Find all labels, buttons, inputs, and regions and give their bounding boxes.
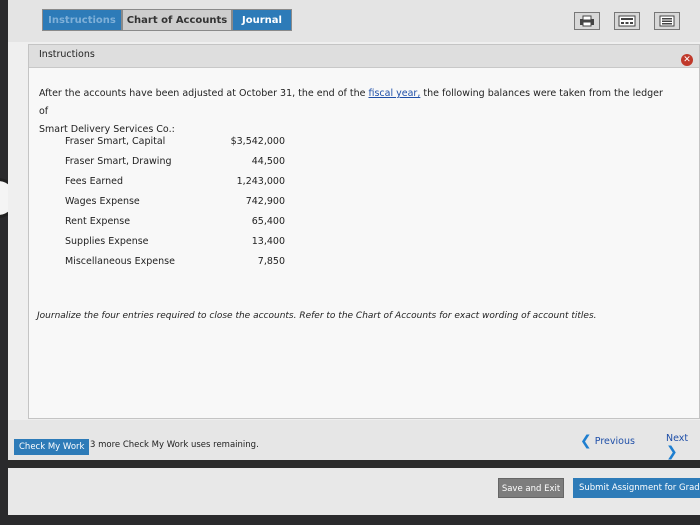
- next-label: Next: [666, 433, 689, 444]
- account-name: Fraser Smart, Drawing: [65, 155, 172, 167]
- print-button[interactable]: [574, 12, 600, 30]
- account-name: Miscellaneous Expense: [65, 255, 175, 267]
- account-name: Supplies Expense: [65, 235, 149, 247]
- instructions-panel: Instructions ✕ After the accounts have b…: [28, 44, 700, 419]
- tab-journal[interactable]: Journal: [232, 9, 292, 31]
- ledger-table: Fraser Smart, Capital $3,542,000 Fraser …: [65, 131, 285, 271]
- close-icon[interactable]: ✕: [681, 54, 693, 66]
- table-row: Rent Expense 65,400: [65, 211, 285, 231]
- account-name: Fraser Smart, Capital: [65, 135, 166, 147]
- calculator-button[interactable]: [614, 12, 640, 30]
- account-amount: 742,900: [245, 195, 285, 207]
- divider: [8, 460, 700, 468]
- panel-title: Instructions: [39, 49, 95, 60]
- table-row: Fraser Smart, Capital $3,542,000: [65, 131, 285, 151]
- table-row: Wages Expense 742,900: [65, 191, 285, 211]
- task-instruction: Journalize the four entries required to …: [37, 311, 597, 321]
- table-row: Miscellaneous Expense 7,850: [65, 251, 285, 271]
- save-and-exit-button[interactable]: Save and Exit: [498, 478, 564, 498]
- account-amount: 13,400: [251, 235, 285, 247]
- account-name: Fees Earned: [65, 175, 124, 187]
- next-button[interactable]: Next ❯: [666, 433, 700, 460]
- intro-text-part1: After the accounts have been adjusted at…: [39, 88, 369, 99]
- check-my-work-button[interactable]: Check My Work: [14, 439, 90, 455]
- panel-header: Instructions ✕: [29, 45, 699, 68]
- remaining-uses-text: 3 more Check My Work uses remaining.: [90, 440, 259, 450]
- account-amount: 7,850: [257, 255, 285, 267]
- app-screen: Instructions Chart of Accounts Journal I…: [8, 0, 700, 515]
- calculator-icon: [618, 15, 636, 27]
- account-amount: 1,243,000: [236, 175, 285, 187]
- tab-bar: Instructions Chart of Accounts Journal: [8, 0, 700, 42]
- tab-chart-of-accounts[interactable]: Chart of Accounts: [122, 9, 232, 31]
- tab-instructions[interactable]: Instructions: [42, 9, 122, 31]
- list-button[interactable]: [654, 12, 680, 30]
- chevron-right-icon: ❯: [666, 444, 678, 460]
- print-icon: [580, 15, 594, 27]
- bottom-bar: Check My Work 3 more Check My Work uses …: [8, 420, 700, 460]
- account-amount: $3,542,000: [230, 135, 285, 147]
- table-row: Fees Earned 1,243,000: [65, 171, 285, 191]
- fiscal-year-link[interactable]: fiscal year,: [368, 88, 420, 99]
- table-row: Supplies Expense 13,400: [65, 231, 285, 251]
- footer: Save and Exit Submit Assignment for Grad…: [8, 468, 700, 515]
- account-amount: 44,500: [251, 155, 285, 167]
- submit-assignment-button[interactable]: Submit Assignment for Grading: [573, 478, 700, 498]
- table-row: Fraser Smart, Drawing 44,500: [65, 151, 285, 171]
- account-name: Rent Expense: [65, 215, 131, 227]
- account-name: Wages Expense: [65, 195, 140, 207]
- previous-button[interactable]: ❮ Previous: [580, 433, 635, 449]
- previous-label: Previous: [594, 436, 635, 447]
- chevron-left-icon: ❮: [580, 433, 592, 449]
- list-icon: [659, 15, 675, 27]
- account-amount: 65,400: [251, 215, 285, 227]
